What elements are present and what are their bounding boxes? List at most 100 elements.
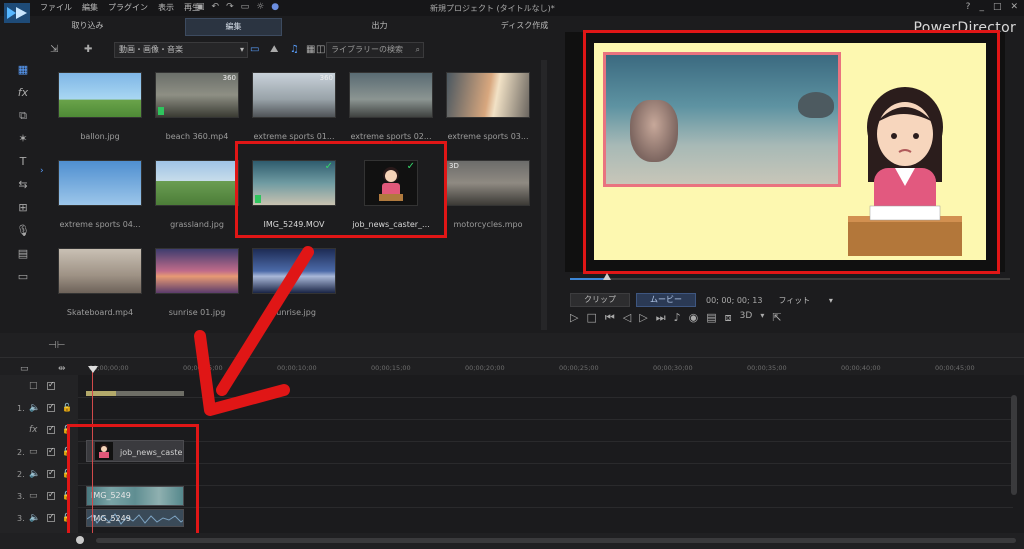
audio-mix-room-icon[interactable]: ⊞ xyxy=(18,200,27,216)
menu-file[interactable]: ファイル xyxy=(40,2,72,13)
track-enable-checkbox[interactable] xyxy=(47,490,55,500)
timeline-vertical-scrollbar[interactable] xyxy=(1011,395,1017,495)
undock-icon[interactable]: ⧈ xyxy=(725,311,732,325)
chevron-down-icon[interactable]: ▾ xyxy=(760,311,764,325)
redo-icon[interactable]: ↷ xyxy=(226,2,234,12)
track-enable-checkbox[interactable] xyxy=(47,468,55,478)
media-filter-dropdown[interactable]: 動画・画像・音楽 ▾ xyxy=(114,42,248,58)
movie-mode-button[interactable]: ムービー xyxy=(636,293,696,307)
preview-scrub-bar[interactable] xyxy=(570,278,1010,280)
speaker-icon: 🔈 xyxy=(29,403,41,413)
timeline-horizontal-scrollbar[interactable] xyxy=(96,538,1016,543)
tab-import[interactable]: 取り込み xyxy=(40,18,135,34)
previous-frame-icon[interactable]: ⏮ xyxy=(605,311,615,325)
media-item[interactable]: extreme sports 02... xyxy=(349,72,433,141)
media-item[interactable]: 360 extreme sports 01... xyxy=(252,72,336,141)
media-thumbnail xyxy=(58,160,142,206)
fit-dropdown[interactable]: フィット ▾ xyxy=(778,295,832,306)
media-item[interactable]: extreme sports 03... xyxy=(446,72,530,141)
fit-timeline-icon[interactable]: ⇹ xyxy=(58,364,66,374)
close-button[interactable]: ✕ xyxy=(1010,2,1018,12)
help-button[interactable]: ? xyxy=(966,2,971,12)
media-name: ballon.jpg xyxy=(80,132,120,141)
playhead-handle[interactable] xyxy=(88,366,98,373)
fx-room-icon[interactable]: fx xyxy=(18,85,28,101)
plugin-icon[interactable]: ✚ xyxy=(84,42,92,57)
volume-icon[interactable]: ♪ xyxy=(674,311,681,325)
menu-plugin[interactable]: プラグイン xyxy=(108,2,148,13)
transition-room-icon[interactable]: ⇆ xyxy=(18,177,27,193)
next-frame-icon[interactable]: ⏭ xyxy=(656,311,666,325)
timeline-work-area[interactable] xyxy=(86,391,184,396)
image-filter-icon[interactable]: ⛰ xyxy=(270,42,278,57)
particle-room-icon[interactable]: ✶ xyxy=(18,131,27,147)
track-enable-checkbox[interactable] xyxy=(47,446,55,456)
settings-gear-icon[interactable]: ☼ xyxy=(256,2,264,12)
grid-view-icon[interactable]: ▦ xyxy=(306,42,315,57)
main-tabs: 取り込み 編集 出力 ディスク作成 xyxy=(40,18,622,36)
external-link-icon[interactable]: ⇱ xyxy=(772,311,781,325)
media-thumbnail xyxy=(446,72,530,118)
timeline-ruler[interactable]: ▭ ⇹ 00;00;00;00 00;00;05;00 00;00;10;00 … xyxy=(0,357,1024,376)
media-item[interactable]: 360 beach 360.mp4 xyxy=(155,72,239,141)
tab-disc[interactable]: ディスク作成 xyxy=(477,18,572,34)
lock-icon[interactable]: 🔓 xyxy=(62,403,72,412)
mode-3d-button[interactable]: 3D xyxy=(740,311,753,325)
subtitle-icon[interactable]: ▤ xyxy=(706,311,716,325)
all-tracks-icon[interactable]: □ xyxy=(29,381,38,391)
media-item[interactable]: 3D motorcycles.mpo xyxy=(446,160,530,229)
media-room-icon[interactable]: ▦ xyxy=(18,62,28,78)
track-enable-checkbox[interactable] xyxy=(47,380,55,390)
track-number: 1. xyxy=(17,404,25,413)
thumbnail-size-icon[interactable]: ◫ xyxy=(316,42,325,57)
music-filter-icon[interactable]: ♫ xyxy=(290,42,299,57)
speaker-icon: 🔈 xyxy=(29,513,41,523)
tab-edit[interactable]: 編集 xyxy=(185,18,282,36)
step-back-icon[interactable]: ◁ xyxy=(623,311,631,325)
timecode-display[interactable]: 00; 00; 00; 13 xyxy=(706,296,762,305)
menu-bar: ファイル 編集 プラグイン 表示 再生 xyxy=(40,2,200,13)
track-enable-checkbox[interactable] xyxy=(47,402,55,412)
track-row-1-audio: 1. 🔈 🔓 xyxy=(0,398,78,420)
media-item[interactable]: extreme sports 04... xyxy=(58,160,142,229)
fx-icon: fx xyxy=(29,425,38,435)
panel-collapse-icon[interactable]: › xyxy=(40,166,44,176)
ruler-tick: 00;00;35;00 xyxy=(747,364,787,372)
menu-view[interactable]: 表示 xyxy=(158,2,174,13)
split-icon[interactable]: ⊣⊢ xyxy=(48,340,65,351)
step-forward-icon[interactable]: ▷ xyxy=(639,311,647,325)
tab-output[interactable]: 出力 xyxy=(332,18,427,34)
track-enable-checkbox[interactable] xyxy=(47,512,55,522)
save-icon[interactable]: ▣ xyxy=(196,2,205,12)
chapter-room-icon[interactable]: ▤ xyxy=(18,246,28,262)
battery-icon[interactable]: ▭ xyxy=(241,2,250,12)
import-media-icon[interactable]: ⇲ xyxy=(50,42,58,57)
pip-room-icon[interactable]: ⧉ xyxy=(19,108,27,124)
library-scrollbar[interactable] xyxy=(541,60,547,330)
media-item[interactable]: grassland.jpg xyxy=(155,160,239,229)
user-circle-icon[interactable]: ● xyxy=(271,2,279,12)
media-item[interactable]: ballon.jpg xyxy=(58,72,142,141)
menu-edit[interactable]: 編集 xyxy=(82,2,98,13)
voice-over-icon[interactable]: 🎙 xyxy=(16,223,30,239)
ruler-tick: 00;00;25;00 xyxy=(559,364,599,372)
zoom-slider-handle[interactable] xyxy=(76,536,84,544)
title-room-icon[interactable]: T xyxy=(20,154,27,170)
video-filter-icon[interactable]: ▭ xyxy=(250,42,259,57)
snapshot-icon[interactable]: ◉ xyxy=(689,311,699,325)
media-name: extreme sports 04... xyxy=(59,220,141,229)
library-search-input[interactable]: ライブラリーの検索 ⌕ xyxy=(326,42,424,58)
minimize-button[interactable]: _ xyxy=(979,2,984,12)
preview-scrub-handle[interactable] xyxy=(603,273,611,280)
subtitle-room-icon[interactable]: ▭ xyxy=(18,269,28,285)
stop-icon[interactable]: □ xyxy=(586,311,596,325)
search-placeholder: ライブラリーの検索 xyxy=(331,45,403,54)
media-item[interactable]: Skateboard.mp4 xyxy=(58,248,142,317)
storyboard-view-icon[interactable]: ▭ xyxy=(20,364,29,374)
undo-icon[interactable]: ↶ xyxy=(212,2,220,12)
play-icon[interactable]: ▷ xyxy=(570,311,578,325)
maximize-button[interactable]: □ xyxy=(993,2,1002,12)
clip-mode-button[interactable]: クリップ xyxy=(570,293,630,307)
track-enable-checkbox[interactable] xyxy=(47,424,55,434)
track-divider xyxy=(78,441,1013,442)
